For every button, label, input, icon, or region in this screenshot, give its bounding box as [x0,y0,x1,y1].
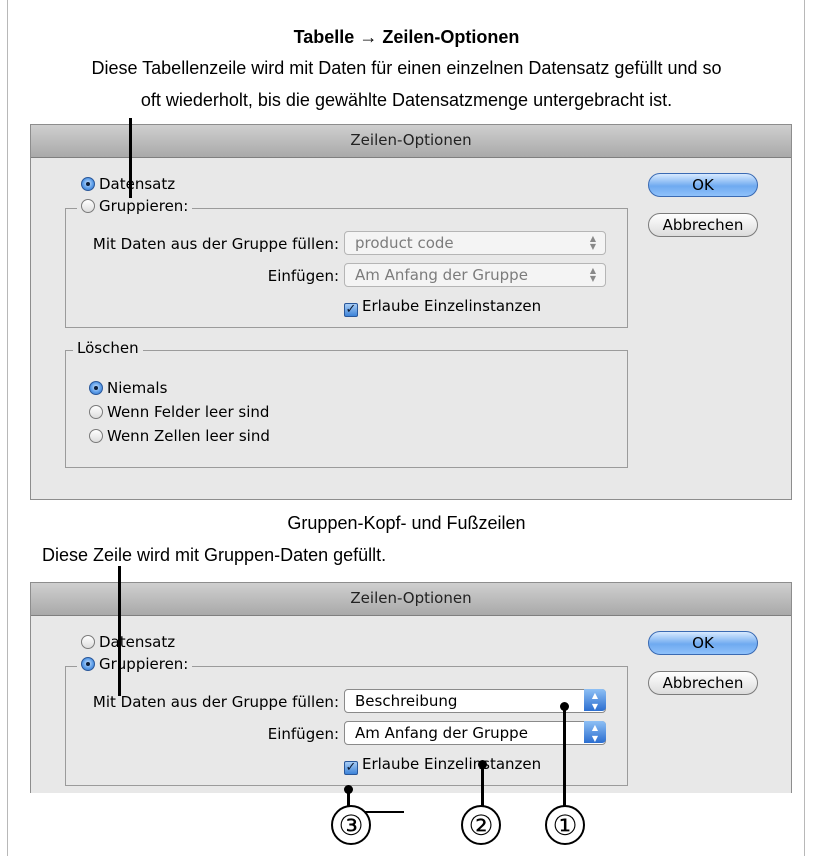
callout-2: ② [461,805,501,845]
allow-single-instances-checkbox[interactable]: ✓ Erlaube Einzelinstanzen [344,755,541,775]
fill-label: Mit Daten aus der Gruppe füllen: [92,235,339,253]
radio-gruppieren[interactable]: Gruppieren: [77,655,193,673]
page-heading: Tabelle → Zeilen-Optionen [293,27,520,47]
radio-unselected-icon [81,635,95,649]
callout-1: ① [545,805,585,845]
callout-2-dot [478,760,487,769]
checkmark-icon: ✓ [344,302,358,317]
fill-label: Mit Daten aus der Gruppe füllen: [92,693,339,711]
insert-label: Einfügen: [267,267,339,285]
radio-selected-icon [81,177,95,191]
radio-niemals[interactable]: Niemals [89,379,167,397]
radio-zellen-leer[interactable]: Wenn Zellen leer sind [89,427,270,445]
stepper-icon: ▲ ▼ [589,234,597,251]
allow-single-instances-checkbox[interactable]: ✓ Erlaube Einzelinstanzen [344,297,541,317]
stepper-icon: ▲ ▼ [589,266,597,283]
stepper-icon: ▲ ▼ [584,689,606,711]
radio-unselected-icon [81,199,95,213]
subheading: Gruppen-Kopf- und Fußzeilen [287,513,526,533]
dialog-titlebar: Zeilen-Optionen [31,125,791,158]
row-options-dialog-record: Zeilen-Optionen Datensatz Gruppieren: Mi… [30,124,792,500]
cancel-button[interactable]: Abbrechen [648,671,758,695]
pointer-line-gruppieren [118,566,121,696]
radio-selected-icon [81,657,95,671]
ok-button[interactable]: OK [648,631,758,655]
radio-unselected-icon [89,429,103,443]
row-options-dialog-group: Zeilen-Optionen Datensatz Gruppieren: Mi… [30,582,792,793]
ok-button[interactable]: OK [648,173,758,197]
pointer-line-datensatz [129,118,132,198]
stepper-icon: ▲ ▼ [584,721,606,743]
checkmark-icon: ✓ [344,760,358,775]
insert-select[interactable]: Am Anfang der Gruppe ▲ ▼ [344,721,606,745]
caption: Diese Zeile wird mit Gruppen-Daten gefül… [42,545,387,565]
radio-selected-icon [89,381,103,395]
radio-felder-leer[interactable]: Wenn Felder leer sind [89,403,269,421]
description-line-2: oft wiederholt, bis die gewählte Datensa… [140,90,673,110]
callout-3: ③ [331,805,371,845]
radio-unselected-icon [89,405,103,419]
cancel-button[interactable]: Abbrechen [648,213,758,237]
insert-label: Einfügen: [267,725,339,743]
fill-select[interactable]: product code ▲ ▼ [344,231,606,255]
callout-3-connector [364,811,404,813]
insert-select[interactable]: Am Anfang der Gruppe ▲ ▼ [344,263,606,287]
description-line-1: Diese Tabellenzeile wird mit Daten für e… [91,58,722,78]
radio-datensatz[interactable]: Datensatz [81,633,175,651]
delete-legend: Löschen [73,339,143,357]
dialog-titlebar: Zeilen-Optionen [31,583,791,616]
radio-gruppieren[interactable]: Gruppieren: [77,197,193,215]
callout-3-dot [344,785,353,794]
callout-1-dot [560,702,569,711]
